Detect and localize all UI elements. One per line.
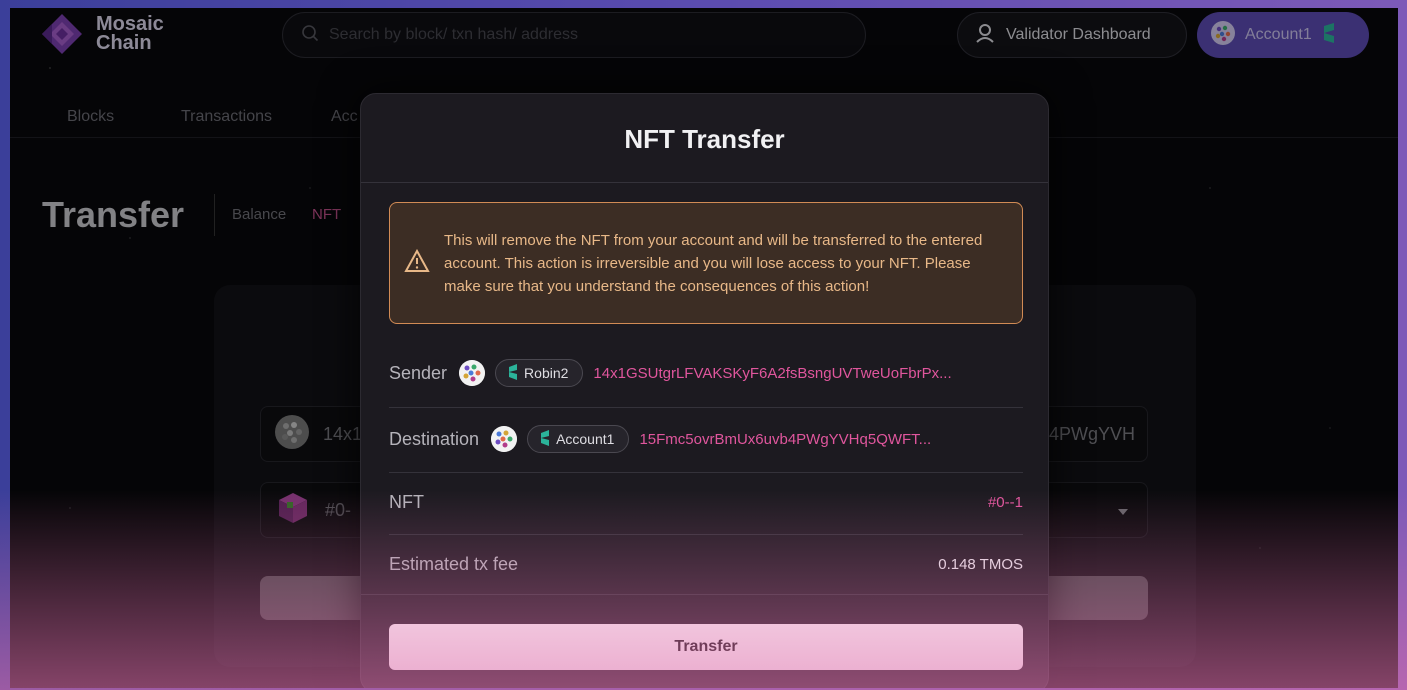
destination-address[interactable]: 15Fmc5ovrBmUx6uvb4PWgYVHq5QWFT... [639,431,931,448]
modal-header-divider [361,182,1048,183]
sender-label: Sender [389,362,448,383]
nft-transfer-modal: NFT Transfer This will remove the NFT fr… [360,93,1049,688]
destination-avatar-icon [491,426,518,452]
screenshot-frame: Mosaic Chain Validator Dashboard Account… [0,0,1407,690]
row-divider [389,472,1023,473]
nft-value: #0--1 [987,494,1023,511]
sender-network-icon [508,363,518,383]
app-screen: Mosaic Chain Validator Dashboard Account… [10,8,1398,688]
fee-value: 0.148 TMOS [938,556,1023,573]
warning-text: This will remove the NFT from your accou… [444,231,983,295]
destination-name: Account1 [556,431,615,447]
modal-footer-divider [361,594,1048,595]
modal-title: NFT Transfer [624,124,785,154]
sender-name-pill[interactable]: Robin2 [495,359,584,387]
nft-row: NFT #0--1 [389,492,1023,513]
destination-name-pill[interactable]: Account1 [527,425,630,453]
sender-name: Robin2 [524,365,569,381]
fee-row: Estimated tx fee 0.148 TMOS [389,554,1023,575]
warning-triangle-icon [404,248,430,278]
sender-row: Sender Robin2 14x1GSUtgrLFVAKSKyF6A2fsBs… [389,359,1023,387]
row-divider [389,534,1023,535]
fee-label: Estimated tx fee [389,554,519,574]
nft-label: NFT [389,492,424,512]
destination-label: Destination [389,428,480,449]
transfer-button[interactable]: Transfer [389,624,1023,670]
row-divider [389,407,1023,408]
destination-network-icon [540,429,550,449]
warning-box: This will remove the NFT from your accou… [389,202,1023,324]
sender-avatar-icon [459,360,486,386]
destination-row: Destination Account1 15Fmc5ovrBmUx6uvb4P… [389,425,1023,453]
sender-address[interactable]: 14x1GSUtgrLFVAKSKyF6A2fsBsngUVTweUoFbrPx… [593,365,951,382]
